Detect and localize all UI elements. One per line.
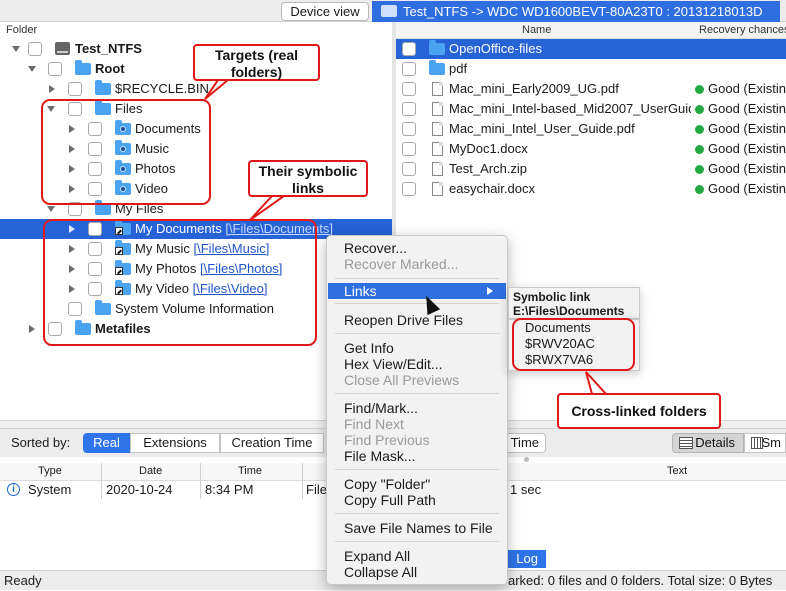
crosslinked-callout: Cross-linked folders xyxy=(557,393,721,429)
symlinks-callout: Their symbolic links xyxy=(248,160,368,197)
targets-callout: Targets (real folders) xyxy=(193,44,320,81)
callout-pointers xyxy=(204,79,609,395)
